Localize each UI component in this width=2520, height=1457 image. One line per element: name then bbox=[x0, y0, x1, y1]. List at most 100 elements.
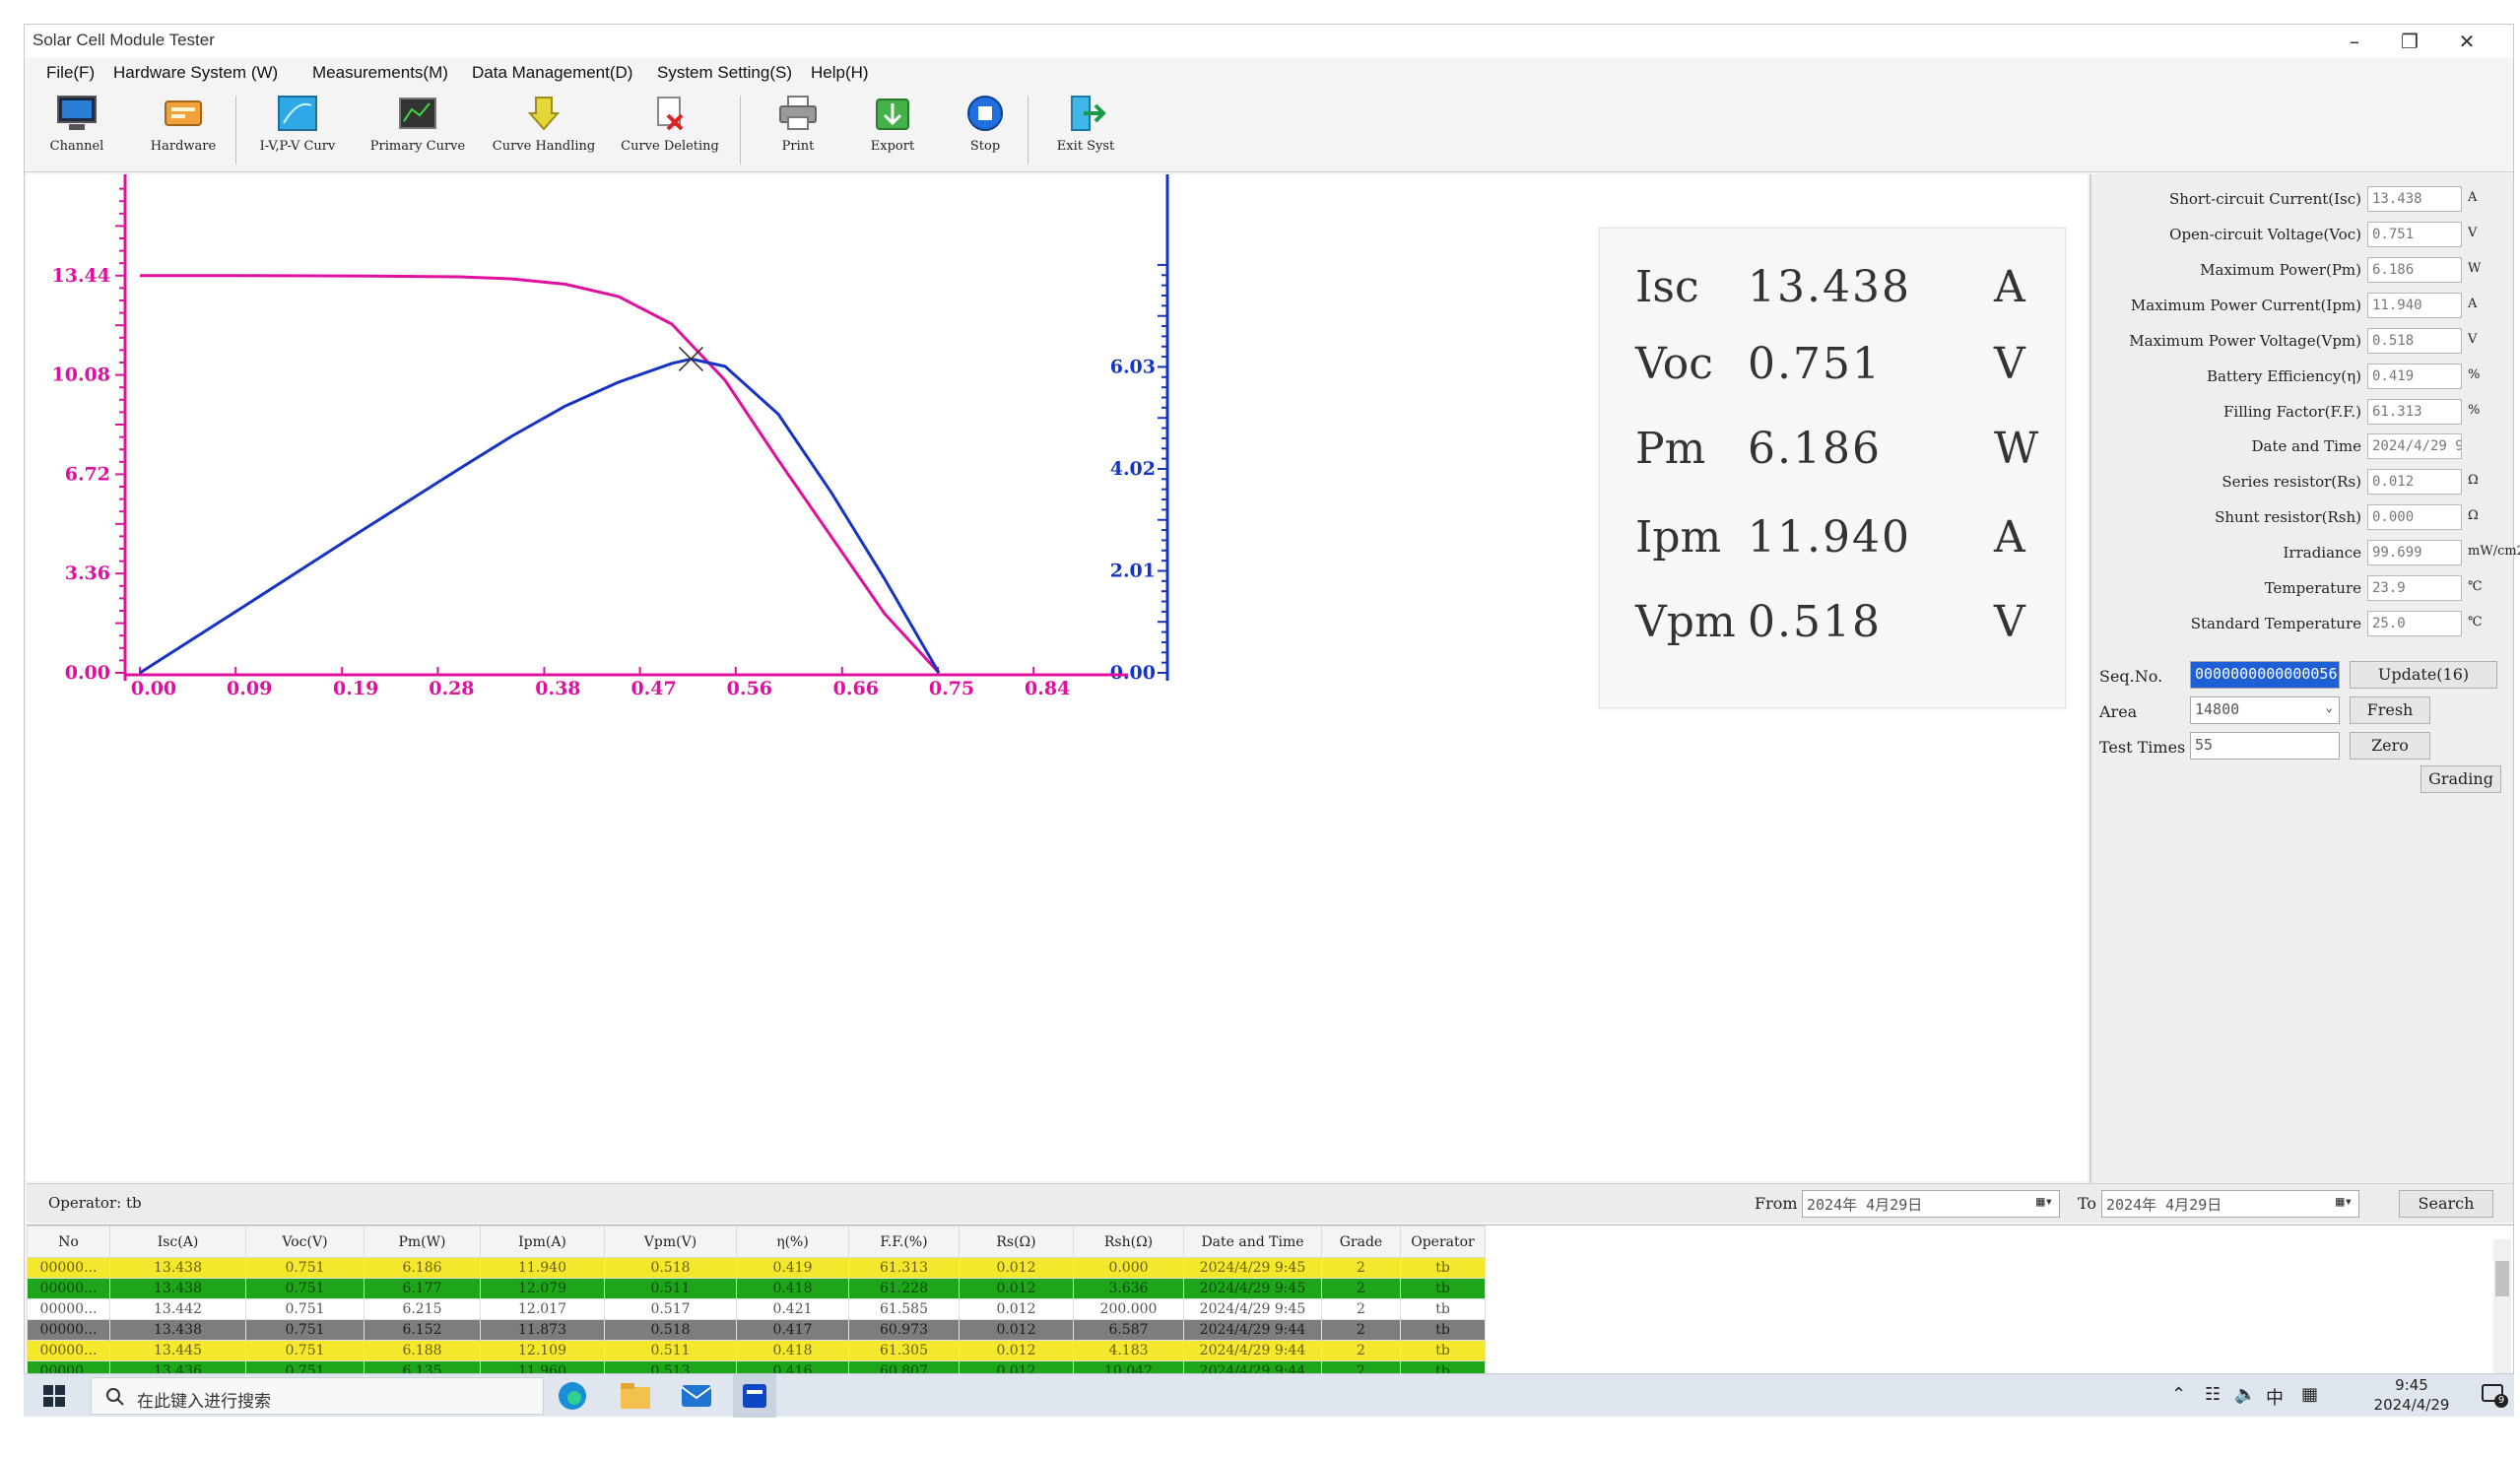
table-cell: 13.438 bbox=[109, 1278, 246, 1299]
menu-data-management[interactable]: Data Management(D) bbox=[472, 63, 632, 83]
table-cell: 61.313 bbox=[848, 1257, 960, 1279]
menu-file[interactable]: File(F) bbox=[46, 63, 95, 83]
current-tick-label: 0.00 bbox=[65, 662, 110, 684]
network-icon[interactable]: ☷ bbox=[2205, 1384, 2221, 1405]
minimize-button[interactable]: – bbox=[2330, 27, 2379, 56]
table-body: 00000... 13.438 0.751 6.186 11.940 0.518 0.419… bbox=[27, 1257, 1486, 1382]
window-title: Solar Cell Module Tester bbox=[33, 31, 215, 49]
menu-hardware-system[interactable]: Hardware System (W) bbox=[113, 63, 278, 83]
show-hidden-icons[interactable]: ⌃ bbox=[2171, 1384, 2186, 1405]
iv-pv-curve-button[interactable]: I-V,P-V Curv bbox=[243, 92, 352, 168]
col-header-date-time[interactable]: Date and Time bbox=[1183, 1225, 1322, 1258]
col-header-vpm[interactable]: Vpm(V) bbox=[604, 1225, 737, 1258]
print-button[interactable]: Print bbox=[744, 92, 852, 168]
edge-browser-icon[interactable] bbox=[556, 1379, 589, 1413]
col-header-rs[interactable]: Rs(Ω) bbox=[959, 1225, 1074, 1258]
table-cell: 11.873 bbox=[480, 1319, 605, 1341]
windows-start-icon[interactable] bbox=[43, 1385, 65, 1407]
col-header-pm[interactable]: Pm(W) bbox=[364, 1225, 481, 1258]
table-row[interactable]: 00000... 13.438 0.751 6.177 12.079 0.511 0.418… bbox=[27, 1278, 1486, 1299]
max-power-point-marker bbox=[678, 346, 703, 371]
mail-icon[interactable] bbox=[680, 1381, 713, 1411]
restore-button[interactable]: ❐ bbox=[2385, 27, 2434, 56]
monitor-icon bbox=[57, 96, 97, 130]
table-cell: 0.417 bbox=[736, 1319, 849, 1341]
channel-button[interactable]: Channel bbox=[23, 92, 131, 168]
table-cell: 0.419 bbox=[736, 1257, 849, 1279]
table-cell: 6.152 bbox=[364, 1319, 481, 1341]
primary-curve-button[interactable]: Primary Curve bbox=[364, 92, 472, 168]
col-header-isc[interactable]: Isc(A) bbox=[109, 1225, 246, 1258]
param-date-time: Date and Time 2024/4/29 9 bbox=[2091, 431, 2513, 461]
col-header-no[interactable]: No bbox=[27, 1225, 110, 1258]
voltage-tick-label: 0.38 bbox=[535, 678, 580, 699]
iv-pv-chart: 0.00 3.36 6.72 10.08 13.44 I 0.00 2.01 4.02 6.03 P… bbox=[27, 174, 2088, 1181]
table-row[interactable]: 00000... 13.442 0.751 6.215 12.017 0.517 0.421… bbox=[27, 1298, 1486, 1320]
keyboard-layout-icon[interactable]: ▦ bbox=[2301, 1384, 2318, 1405]
from-date-picker[interactable]: 2024年 4月29日 ▦▾ bbox=[1802, 1190, 2060, 1218]
col-header-fill-factor[interactable]: F.F.(%) bbox=[848, 1225, 960, 1258]
area-select[interactable]: 14800 ⌄ bbox=[2190, 696, 2340, 724]
clock-date[interactable]: 2024/4/29 bbox=[2353, 1396, 2471, 1414]
table-cell: 11.940 bbox=[480, 1257, 605, 1279]
exit-system-button[interactable]: Exit Syst bbox=[1031, 92, 1140, 168]
file-explorer-icon[interactable] bbox=[619, 1381, 652, 1411]
operator-label: Operator: tb bbox=[48, 1194, 142, 1212]
hardware-icon bbox=[165, 100, 202, 126]
results-table-container: No Isc(A) Voc(V) Pm(W) Ipm(A) Vpm(V) η(%… bbox=[27, 1225, 2513, 1394]
param-irradiance: Irradiance 99.699 mW/cm2 bbox=[2091, 538, 2520, 567]
ime-indicator[interactable]: 中 bbox=[2266, 1384, 2284, 1410]
table-scrollbar[interactable] bbox=[2493, 1239, 2511, 1391]
zero-button[interactable]: Zero bbox=[2350, 732, 2430, 760]
table-cell: tb bbox=[1400, 1278, 1486, 1299]
table-row[interactable]: 00000... 13.438 0.751 6.186 11.940 0.518 0.419… bbox=[27, 1257, 1486, 1279]
col-header-rsh[interactable]: Rsh(Ω) bbox=[1073, 1225, 1184, 1258]
param-standard-temperature: Standard Temperature 25.0 ℃ bbox=[2091, 609, 2513, 638]
calendar-icon: ▦▾ bbox=[2336, 1194, 2353, 1210]
table-row[interactable]: 00000... 13.445 0.751 6.188 12.109 0.511 0.418… bbox=[27, 1340, 1486, 1361]
active-app-tab[interactable] bbox=[733, 1374, 776, 1418]
stop-button[interactable]: Stop bbox=[931, 92, 1039, 168]
col-header-efficiency[interactable]: η(%) bbox=[736, 1225, 849, 1258]
clock-time[interactable]: 9:45 bbox=[2353, 1376, 2471, 1394]
to-date-picker[interactable]: 2024年 4月29日 ▦▾ bbox=[2101, 1190, 2359, 1218]
table-cell: 0.012 bbox=[959, 1257, 1074, 1279]
menu-measurements[interactable]: Measurements(M) bbox=[312, 63, 448, 83]
taskbar-search-box[interactable]: 在此键入进行搜索 bbox=[91, 1377, 544, 1415]
seq-no-input[interactable]: 0000000000000056 bbox=[2190, 661, 2340, 689]
table-cell: 2024/4/29 9:45 bbox=[1183, 1278, 1322, 1299]
power-tick-label: 2.01 bbox=[1110, 560, 1156, 581]
fresh-button[interactable]: Fresh bbox=[2350, 696, 2430, 724]
toolbar-separator bbox=[235, 96, 236, 165]
col-header-voc[interactable]: Voc(V) bbox=[245, 1225, 365, 1258]
menu-help[interactable]: Help(H) bbox=[811, 63, 869, 83]
scrollbar-thumb[interactable] bbox=[2495, 1261, 2509, 1296]
grading-button[interactable]: Grading bbox=[2421, 765, 2501, 793]
area-value: 14800 bbox=[2195, 700, 2240, 718]
close-button[interactable]: ✕ bbox=[2442, 27, 2491, 56]
volume-icon[interactable]: 🔈 bbox=[2234, 1384, 2256, 1405]
table-cell: 13.445 bbox=[109, 1340, 246, 1361]
curve-handling-button[interactable]: Curve Handling bbox=[490, 92, 598, 168]
from-label: From bbox=[1755, 1194, 1798, 1213]
table-cell: 6.186 bbox=[364, 1257, 481, 1279]
notification-button[interactable]: 9 bbox=[2481, 1382, 2508, 1408]
table-cell: 0.751 bbox=[245, 1319, 365, 1341]
table-cell: 00000... bbox=[27, 1298, 110, 1320]
update-button[interactable]: Update(16) bbox=[2350, 661, 2497, 689]
col-header-operator[interactable]: Operator bbox=[1400, 1225, 1486, 1258]
test-times-input[interactable]: 55 bbox=[2190, 732, 2340, 760]
col-header-grade[interactable]: Grade bbox=[1321, 1225, 1401, 1258]
curve-deleting-button[interactable]: Curve Deleting bbox=[616, 92, 724, 168]
voltage-tick-label: 0.66 bbox=[833, 678, 879, 699]
col-header-ipm[interactable]: Ipm(A) bbox=[480, 1225, 605, 1258]
hardware-button[interactable]: Hardware bbox=[129, 92, 237, 168]
param-isc: Short-circuit Current(Isc) 13.438 A bbox=[2091, 184, 2513, 214]
table-cell: tb bbox=[1400, 1257, 1486, 1279]
table-row[interactable]: 00000... 13.438 0.751 6.152 11.873 0.518 0.417… bbox=[27, 1319, 1486, 1341]
power-tick-label: 0.00 bbox=[1110, 662, 1156, 684]
menu-system-setting[interactable]: System Setting(S) bbox=[657, 63, 792, 83]
to-date-value: 2024年 4月29日 bbox=[2106, 1196, 2222, 1214]
search-button[interactable]: Search bbox=[2399, 1190, 2493, 1218]
result-summary-box: Isc 13.438 A Voc 0.751 V Pm 6.186 W Ipm … bbox=[1599, 228, 2066, 708]
